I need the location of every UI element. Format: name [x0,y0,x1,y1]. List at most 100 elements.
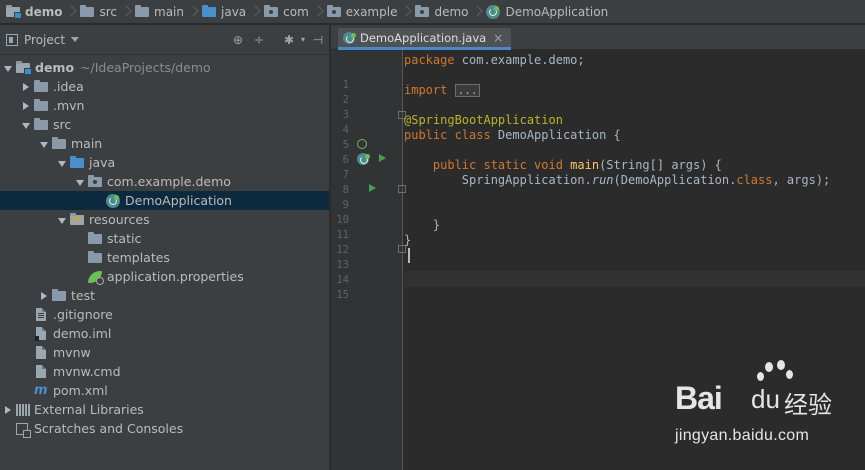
line-number: 15 [336,289,349,301]
tree-item-java[interactable]: java [0,153,329,172]
tree-item-label: test [71,288,96,303]
tree-item-demo-iml[interactable]: demo.iml [0,324,329,343]
tree-item-mvn[interactable]: .mvn [0,96,329,115]
tree-item-main[interactable]: main [0,134,329,153]
spring-properties-icon [88,270,104,285]
folder-icon [80,4,95,17]
spring-boot-class-icon [343,31,356,44]
watermark-url: jingyan.baidu.com [675,427,810,444]
tree-item-src[interactable]: src [0,115,329,134]
hide-panel-icon[interactable]: ⊣ [311,33,325,47]
tree-item-demo[interactable]: demo ~/IdeaProjects/demo [0,58,329,77]
breadcrumb-item[interactable]: demo [413,0,470,23]
line-number: 1 [342,79,349,91]
line-number: 7 [342,169,349,181]
collapse-all-icon[interactable]: ÷ [252,33,266,47]
run-main-icon[interactable] [369,184,376,192]
chevron-down-icon[interactable] [71,37,80,42]
code-line-10: SpringApplication.run(DemoApplication.cl… [461,173,831,187]
tree-item-label: src [53,117,72,132]
breadcrumb-separator-icon [401,0,411,23]
tree-item-test[interactable]: test [0,286,329,305]
expanded-arrow-icon[interactable] [54,155,70,171]
locate-icon[interactable]: ⊕ [231,33,245,47]
tree-item-pom-xml[interactable]: m pom.xml [0,381,329,400]
navigation-bar: demo src main java com example demo DemoApplica… [0,0,865,24]
breadcrumb-item[interactable]: main [133,0,186,23]
tree-item-resources[interactable]: resources [0,210,329,229]
watermark-jingyan: 经验 [784,391,832,419]
settings-icon[interactable]: ✱ [282,33,296,47]
line-number: 3 [342,109,349,121]
tree-item-label: resources [89,212,150,227]
tree-item-application-properties[interactable]: application.properties [0,267,329,286]
resources-folder-icon [70,212,84,225]
settings-dropdown-icon[interactable]: ▾ [296,33,310,47]
project-view-icon [6,33,18,46]
collapsed-arrow-icon[interactable] [18,98,34,114]
tab-demoapplication-java[interactable]: DemoApplication.java × [338,28,512,50]
watermark-bai: Bai [675,380,723,416]
expanded-arrow-icon[interactable] [54,212,70,228]
scratches-icon [16,422,31,438]
expanded-arrow-icon[interactable] [0,60,16,76]
tree-item-label: main [71,136,103,151]
package-icon [326,4,341,17]
code-line-7: public class DemoApplication { [404,128,621,142]
collapsed-arrow-icon[interactable] [18,79,34,95]
breadcrumb-separator-icon [250,0,260,23]
external-libraries-icon [16,403,30,416]
folder-icon [88,250,102,263]
project-tool-window: Project ⊕ ÷ ✱ ▾ ⊣ demo ~/IdeaProjects/dem… [0,25,330,470]
tree-item-com-example-demo[interactable]: com.example.demo [0,172,329,191]
project-tree: demo ~/IdeaProjects/demo .idea .mvn src main j… [0,55,329,438]
tree-item-mvnw-cmd[interactable]: mvnw.cmd [0,362,329,381]
spring-boot-gutter-icon[interactable] [357,153,370,165]
collapsed-arrow-icon[interactable] [0,402,16,418]
breadcrumb-item[interactable]: src [78,0,119,23]
tree-item-label: mvnw [53,345,91,360]
breadcrumb-item[interactable]: demo [4,0,64,23]
breadcrumb-label: demo [434,4,469,19]
breadcrumb-separator-icon [66,0,76,23]
run-class-icon[interactable] [379,154,386,162]
baidu-jingyan-watermark: Bai du 经验 jingyan.baidu.com [647,360,847,452]
spring-boot-class-icon [486,4,501,19]
folded-imports[interactable]: ... [454,84,481,97]
editor-gutter: 1 2 3 4 5 6 7 8 9 10 11 12 13 14 15 [331,50,406,470]
expanded-arrow-icon[interactable] [18,117,34,133]
package-icon [264,4,279,17]
line-number: 11 [336,229,349,241]
line-number: 10 [336,214,349,226]
tree-item-label: mvnw.cmd [53,364,121,379]
project-view-selector[interactable]: Project [24,33,65,47]
close-tab-icon[interactable]: × [493,31,503,45]
breadcrumb-item[interactable]: java [200,0,248,23]
tree-item-idea[interactable]: .idea [0,77,329,96]
tree-item-demoapplication[interactable]: DemoApplication [0,191,329,210]
folder-icon [34,117,48,130]
tree-item-templates[interactable]: templates [0,248,329,267]
tree-item-mvnw[interactable]: mvnw [0,343,329,362]
breadcrumb-item[interactable]: DemoApplication [484,0,610,23]
breadcrumb-separator-icon [313,0,323,23]
tree-item-external-libraries[interactable]: External Libraries [0,400,329,419]
expanded-arrow-icon[interactable] [36,136,52,152]
tree-item-label: templates [107,250,170,265]
tree-item-scratches-and-consoles[interactable]: Scratches and Consoles [0,419,329,438]
expanded-arrow-icon[interactable] [72,174,88,190]
watermark-du: du [751,384,780,414]
breadcrumb-label: src [99,4,118,19]
source-folder-icon [202,4,216,17]
tree-item-static[interactable]: static [0,229,329,248]
spring-bean-gutter-icon[interactable] [357,139,367,149]
collapsed-arrow-icon[interactable] [36,288,52,304]
tree-item-label: pom.xml [53,383,108,398]
breadcrumb-label: java [221,4,247,19]
breadcrumb-label: demo [25,4,63,19]
breadcrumb-item[interactable]: example [325,0,400,23]
tree-item-label: .gitignore [53,307,113,322]
tree-item-gitignore[interactable]: .gitignore [0,305,329,324]
maven-icon: m [34,383,48,398]
breadcrumb-item[interactable]: com [262,0,311,23]
